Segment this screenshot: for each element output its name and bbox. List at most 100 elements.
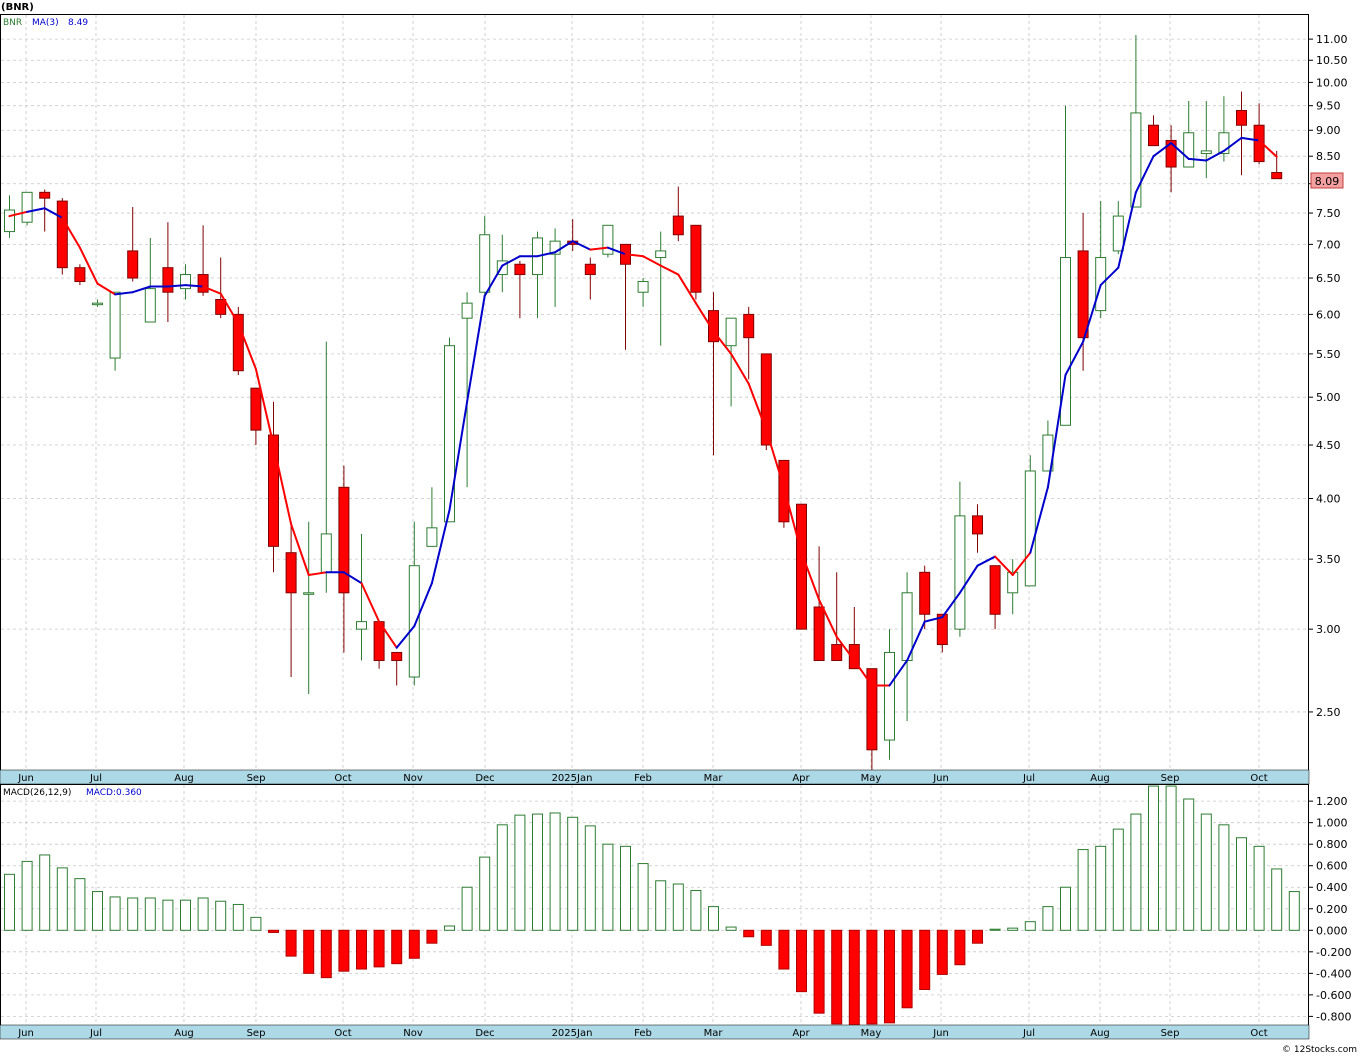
x-month-label: Sep — [247, 1028, 266, 1039]
price-tick-label: 2.50 — [1316, 706, 1341, 719]
macd-bar-positive — [39, 854, 51, 931]
candle-body-up — [426, 527, 438, 547]
macd-bar-negative — [356, 929, 367, 970]
footer-credit: © 12Stocks.com — [1282, 1045, 1357, 1055]
candle-body-down — [1236, 109, 1247, 126]
candle-body-up — [1112, 215, 1124, 252]
x-month-label: Aug — [174, 773, 194, 784]
macd-bar-negative — [831, 929, 843, 1025]
candle-body-down — [162, 267, 174, 293]
candle-body-up — [444, 345, 455, 523]
macd-bar-negative — [373, 929, 385, 968]
macd-bar-negative — [866, 929, 878, 1025]
price-tick-label: 4.50 — [1316, 439, 1341, 452]
candle-body-up — [180, 274, 191, 290]
candle-body-up — [109, 291, 121, 359]
macd-tick-label: 0.400 — [1316, 881, 1348, 894]
x-month-label: Oct — [334, 1028, 351, 1039]
macd-value: MACD:0.360 — [86, 788, 142, 798]
candle-body-up — [144, 288, 156, 323]
x-axis-band-top — [0, 769, 1310, 785]
macd-bar-negative — [743, 929, 755, 938]
macd-bar-positive — [21, 860, 33, 931]
macd-bar-positive — [725, 926, 737, 931]
price-tick-label: 3.50 — [1316, 553, 1341, 566]
price-tick-label: 10.00 — [1316, 76, 1348, 89]
candle — [1024, 455, 1036, 587]
candle-body-down — [813, 606, 825, 661]
candle-body-down — [919, 571, 931, 615]
macd-bar-negative — [919, 929, 931, 990]
price-tick-label: 9.50 — [1316, 100, 1341, 113]
x-month-label: 2025Jan — [552, 1028, 593, 1039]
macd-bar-positive — [461, 886, 473, 931]
x-month-label: Oct — [1250, 773, 1267, 784]
macd-bar-positive — [180, 899, 191, 931]
macd-bar-negative — [796, 929, 807, 993]
macd-bar-negative — [285, 929, 297, 957]
macd-bar-positive — [1042, 906, 1054, 931]
x-month-label: Feb — [634, 1028, 652, 1039]
macd-bar-positive — [1130, 813, 1142, 931]
x-month-label: Sep — [1161, 773, 1180, 784]
candle-body-down — [1271, 172, 1283, 180]
candle-body-up — [408, 565, 420, 678]
macd-bar-positive — [989, 928, 1001, 931]
candle-body-up — [954, 515, 966, 630]
x-month-label: Jun — [17, 1028, 34, 1039]
macd-bar-negative — [338, 929, 350, 972]
macd-bar-positive — [479, 856, 491, 931]
macd-bar-positive — [1007, 927, 1019, 931]
macd-bar-positive — [1024, 921, 1036, 931]
macd-bar-positive — [1060, 886, 1071, 931]
macd-bar-negative — [303, 929, 315, 974]
macd-bar-positive — [620, 845, 631, 931]
x-month-label: May — [861, 1028, 882, 1039]
candle-body-down — [989, 565, 1001, 615]
x-month-label: Jul — [89, 1028, 102, 1039]
macd-bar-positive — [584, 825, 596, 931]
macd-tick-label: -0.400 — [1316, 967, 1351, 980]
candle-body-up — [356, 621, 367, 630]
candle-body-down — [56, 200, 68, 269]
ma-segment — [166, 284, 187, 288]
x-month-label: Apr — [792, 1028, 810, 1039]
macd-bar-negative — [884, 929, 895, 1024]
candle-body-up — [1200, 150, 1212, 155]
candle — [796, 503, 807, 630]
x-month-label: Dec — [475, 773, 494, 784]
candle-body-down — [74, 267, 86, 283]
candle — [760, 353, 772, 451]
macd-tick-label: -0.800 — [1316, 1010, 1351, 1023]
macd-tick-label: 0.200 — [1316, 903, 1348, 916]
last-price-label: 8.09 — [1315, 175, 1340, 188]
candle-body-down — [268, 434, 279, 547]
candle-body-up — [21, 191, 33, 223]
x-month-label: 2025Jan — [552, 773, 593, 784]
candle-body-up — [1024, 470, 1036, 587]
price-tick-label: 10.50 — [1316, 54, 1348, 67]
macd-bar-positive — [514, 814, 526, 931]
price-tick-label: 11.00 — [1316, 33, 1348, 46]
price-tick-label: 5.00 — [1316, 391, 1341, 404]
candle-body-up — [4, 209, 15, 233]
candle-body-up — [461, 302, 473, 319]
candle — [21, 191, 33, 226]
macd-bar-positive — [637, 863, 649, 931]
candle-body-down — [391, 651, 403, 661]
macd-bar-positive — [109, 896, 121, 931]
macd-bar-positive — [1165, 785, 1177, 931]
macd-bar-positive — [655, 880, 667, 931]
macd-bar-positive — [602, 843, 614, 931]
price-tick-label: 3.00 — [1316, 623, 1341, 636]
x-month-label: Aug — [1090, 1028, 1110, 1039]
chart-title: (BNR) — [1, 2, 34, 13]
candle — [690, 224, 702, 300]
macd-bar-positive — [74, 878, 86, 931]
macd-bar-negative — [391, 929, 403, 965]
candle-body-up — [320, 533, 332, 573]
macd-bar-positive — [1095, 845, 1107, 931]
x-month-label: Mar — [704, 1028, 724, 1039]
candle-body-down — [39, 191, 51, 199]
macd-bar-negative — [320, 929, 332, 979]
